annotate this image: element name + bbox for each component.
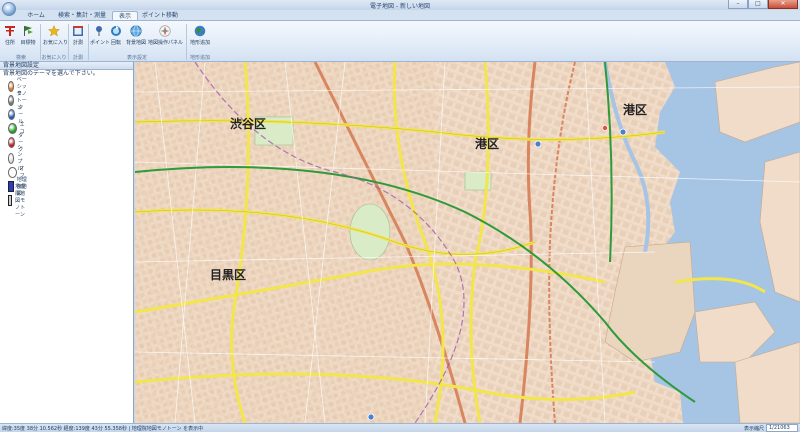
- land-area-west: [135, 62, 435, 423]
- group-label-terrain: 地形追加: [189, 55, 210, 61]
- ruler-icon: [73, 26, 83, 36]
- measure-button[interactable]: 計測: [70, 25, 86, 55]
- group-label-display: 表示設定: [126, 55, 147, 61]
- zoom-label: 表示縮尺: [743, 426, 764, 432]
- style-swatch-icon: [8, 108, 16, 120]
- map-label-minato-east: 港区: [623, 102, 647, 117]
- map-label-shibuya: 渋谷区: [230, 116, 266, 131]
- style-swatch-icon: [8, 194, 13, 206]
- minimize-button[interactable]: –: [728, 0, 748, 9]
- style-swatch-icon: [8, 136, 16, 148]
- tab-view[interactable]: 表示: [112, 11, 138, 20]
- app-menu-button[interactable]: [2, 2, 16, 16]
- rotate-button[interactable]: 回転: [108, 25, 124, 55]
- style-swatch-icon: [8, 180, 14, 192]
- style-swatch-icon: [8, 122, 17, 134]
- window-title: 電子地図 - 新しい地図: [370, 3, 430, 10]
- group-label-search: 検索: [15, 55, 26, 61]
- globe-icon: [130, 25, 142, 37]
- tab-search[interactable]: 検索・集計・測量: [54, 11, 110, 20]
- style-label: 地理院地図モノトーン: [15, 183, 26, 218]
- pin-icon: [5, 26, 15, 36]
- window-controls: – □ ✕: [728, 0, 798, 10]
- point-button[interactable]: ポイント: [90, 25, 110, 55]
- maximize-button[interactable]: □: [748, 0, 768, 9]
- style-swatch-icon: [8, 166, 17, 178]
- style-swatch-icon: [8, 152, 15, 164]
- map-style-panel: 背景地図設定 背景地図のテーマを選んで下さい。 ベーシック モノトーン クール エコダ…: [0, 62, 134, 423]
- compass-icon: [159, 25, 171, 37]
- landmark-button[interactable]: 目標物: [18, 25, 38, 55]
- map-label-minato: 港区: [475, 136, 499, 151]
- style-swatch-icon: [8, 94, 14, 106]
- map-control-panel-button[interactable]: 地図操作パネル: [148, 25, 183, 55]
- pushpin-icon: [96, 26, 102, 36]
- tab-home[interactable]: ホーム: [20, 11, 52, 20]
- style-swatch-icon: [8, 80, 14, 92]
- rotate-icon: [111, 26, 121, 36]
- status-coordinates: 緯度:35度 38分 10.562秒 経度:139度 43分 55.358秒 |…: [2, 426, 204, 432]
- group-label-measure: 計測: [72, 55, 83, 61]
- terrain-add-button[interactable]: 地形追加: [189, 25, 211, 55]
- earth-icon: [194, 25, 206, 37]
- panel-title: 背景地図設定: [0, 62, 133, 70]
- star-icon: [48, 25, 60, 37]
- address-button[interactable]: 住所: [2, 25, 18, 55]
- close-button[interactable]: ✕: [768, 0, 798, 9]
- title-bar: 電子地図 - 新しい地図 – □ ✕: [0, 0, 800, 10]
- park: [349, 203, 391, 261]
- group-label-favorites: お気に入り: [41, 55, 67, 61]
- tab-point-move[interactable]: ポイント移動: [140, 11, 180, 20]
- style-option[interactable]: クール: [8, 105, 27, 125]
- style-option[interactable]: 地理院地図モノトーン: [8, 184, 27, 218]
- ribbon-tabs: ホーム 検索・集計・測量 表示 ポイント移動: [0, 10, 800, 20]
- favorites-button[interactable]: お気に入り: [43, 25, 68, 55]
- map-label-meguro: 目黒区: [210, 268, 246, 282]
- background-map-button[interactable]: 背景地図: [125, 25, 147, 55]
- style-option[interactable]: シンプル: [8, 145, 27, 172]
- status-bar: 緯度:35度 38分 10.562秒 経度:139度 43分 55.358秒 |…: [0, 423, 800, 432]
- map-svg[interactable]: 渋谷区 港区 港区 目黒区: [135, 62, 800, 423]
- scale-field[interactable]: 1/21063: [766, 424, 798, 432]
- flag-icon: [24, 26, 33, 36]
- ribbon: 住所 目標物 お気に入り 計測 ポイント 回転 背景地図 地図操作パネル 地形追…: [0, 20, 800, 62]
- map-canvas[interactable]: 渋谷区 港区 港区 目黒区: [135, 62, 800, 423]
